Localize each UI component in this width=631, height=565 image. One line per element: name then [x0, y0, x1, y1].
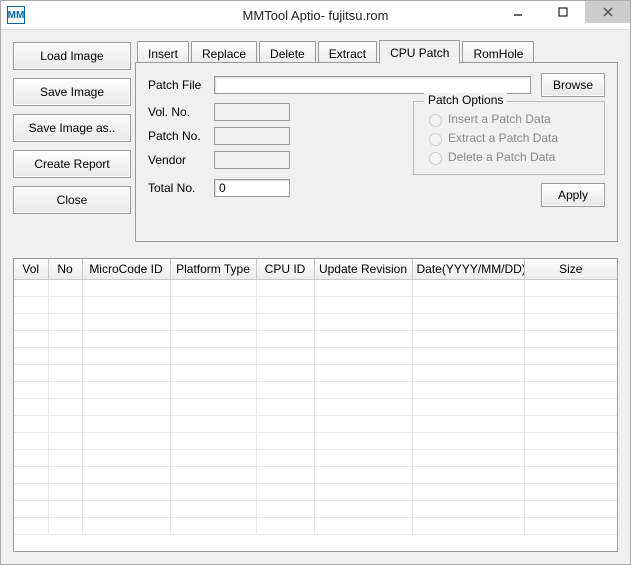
vol-no-label: Vol. No.: [148, 105, 214, 119]
radio-delete-patch-label: Delete a Patch Data: [448, 150, 555, 164]
create-report-button[interactable]: Create Report: [13, 150, 131, 178]
vol-no-input: [214, 103, 290, 121]
app-icon: MM: [7, 6, 25, 24]
table-row: [14, 348, 617, 365]
tab-extract[interactable]: Extract: [318, 41, 377, 63]
col-platform-type[interactable]: Platform Type: [170, 259, 256, 279]
col-microcode-id[interactable]: MicroCode ID: [82, 259, 170, 279]
app-window: MM MMTool Aptio- fujitsu.rom Load Image …: [0, 0, 631, 565]
browse-button[interactable]: Browse: [541, 73, 605, 97]
tab-group: Insert Replace Delete Extract CPU Patch …: [135, 40, 618, 242]
patch-no-input: [214, 127, 290, 145]
left-button-column: Load Image Save Image Save Image as.. Cr…: [13, 40, 131, 242]
tab-body-cpu-patch: Patch File Browse Vol. No. Patch No.: [135, 62, 618, 242]
table-row: [14, 467, 617, 484]
titlebar: MM MMTool Aptio- fujitsu.rom: [1, 1, 630, 30]
table-row: [14, 331, 617, 348]
total-no-label: Total No.: [148, 181, 214, 195]
table-header-row: Vol No MicroCode ID Platform Type CPU ID…: [14, 259, 617, 279]
radio-extract-patch-label: Extract a Patch Data: [448, 131, 558, 145]
close-window-button[interactable]: [585, 1, 630, 23]
minimize-button[interactable]: [495, 1, 540, 23]
patch-options-group: Patch Options Insert a Patch Data Extrac…: [413, 101, 605, 175]
apply-button[interactable]: Apply: [541, 183, 605, 207]
vendor-label: Vendor: [148, 153, 214, 167]
close-button[interactable]: Close: [13, 186, 131, 214]
patch-no-label: Patch No.: [148, 129, 214, 143]
table-row: [14, 382, 617, 399]
table-row: [14, 314, 617, 331]
vendor-input: [214, 151, 290, 169]
radio-insert-patch: [429, 114, 442, 127]
patch-file-input[interactable]: [214, 76, 531, 94]
tab-rom-hole[interactable]: RomHole: [462, 41, 534, 63]
tab-replace[interactable]: Replace: [191, 41, 257, 63]
col-cpu-id[interactable]: CPU ID: [256, 259, 314, 279]
col-vol[interactable]: Vol: [14, 259, 48, 279]
load-image-button[interactable]: Load Image: [13, 42, 131, 70]
table-row: [14, 399, 617, 416]
tab-insert[interactable]: Insert: [137, 41, 189, 63]
table-row: [14, 450, 617, 467]
tab-delete[interactable]: Delete: [259, 41, 316, 63]
total-no-input: [214, 179, 290, 197]
microcode-table: Vol No MicroCode ID Platform Type CPU ID…: [13, 258, 618, 552]
table-row: [14, 365, 617, 382]
table-row: [14, 416, 617, 433]
radio-insert-patch-label: Insert a Patch Data: [448, 112, 551, 126]
table-row: [14, 484, 617, 501]
table-row: [14, 297, 617, 314]
radio-extract-patch: [429, 133, 442, 146]
save-image-button[interactable]: Save Image: [13, 78, 131, 106]
table-row: [14, 280, 617, 297]
table-body: [14, 280, 617, 535]
tab-cpu-patch[interactable]: CPU Patch: [379, 40, 460, 64]
col-date[interactable]: Date(YYYY/MM/DD): [412, 259, 524, 279]
table-row: [14, 518, 617, 535]
save-image-as-button[interactable]: Save Image as..: [13, 114, 131, 142]
patch-file-label: Patch File: [148, 78, 214, 92]
table-row: [14, 501, 617, 518]
col-no[interactable]: No: [48, 259, 82, 279]
radio-delete-patch: [429, 152, 442, 165]
table-row: [14, 433, 617, 450]
col-update-revision[interactable]: Update Revision: [314, 259, 412, 279]
col-size[interactable]: Size: [524, 259, 617, 279]
patch-options-legend: Patch Options: [424, 93, 507, 107]
maximize-button[interactable]: [540, 1, 585, 23]
